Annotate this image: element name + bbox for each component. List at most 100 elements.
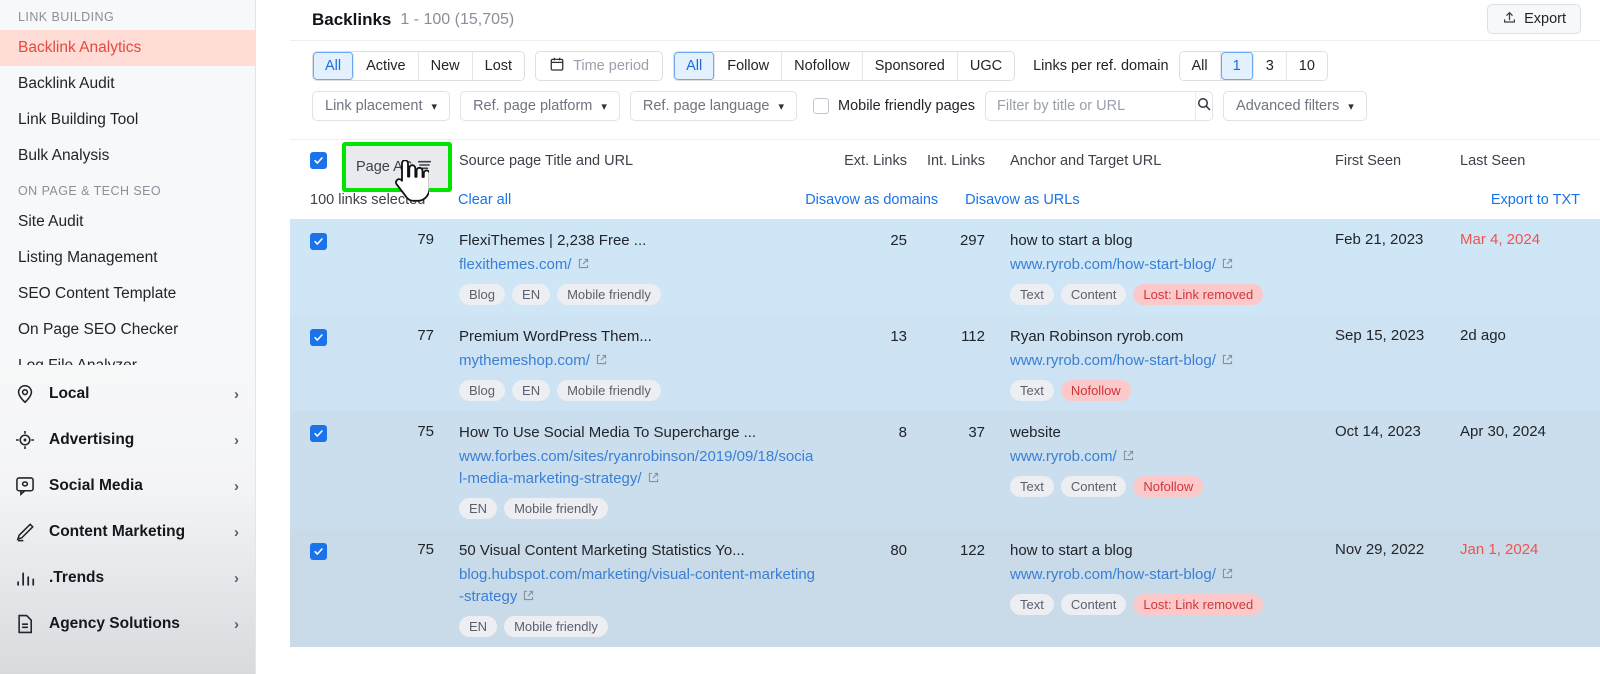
column-header-anchor[interactable]: Anchor and Target URL <box>985 153 1335 169</box>
export-button[interactable]: Export <box>1487 4 1581 34</box>
cell-anchor: how to start a blog www.ryrob.com/how-st… <box>985 541 1335 637</box>
mouse-cursor-pointer-icon <box>393 159 431 209</box>
lprd-3[interactable]: 3 <box>1253 52 1287 80</box>
sidebar-item-agency-solutions[interactable]: Agency Solutions › <box>0 601 255 647</box>
source-url-link[interactable]: mythemeshop.com/ <box>459 350 815 373</box>
chevron-right-icon: › <box>234 523 239 541</box>
anchor-text: how to start a blog <box>1010 232 1133 249</box>
anchor-tag-list: Text Nofollow <box>1010 380 1335 401</box>
row-checkbox[interactable] <box>310 543 327 560</box>
sidebar-item-trends[interactable]: .Trends › <box>0 555 255 601</box>
chevron-right-icon: › <box>234 615 239 633</box>
sidebar-item-local[interactable]: Local › <box>0 371 255 417</box>
target-url-link[interactable]: www.ryrob.com/ <box>1010 446 1335 469</box>
sidebar-item-site-audit[interactable]: Site Audit <box>0 204 255 240</box>
mobile-friendly-checkbox[interactable]: Mobile friendly pages <box>813 98 975 114</box>
chevron-right-icon: › <box>234 431 239 449</box>
source-tag: Mobile friendly <box>504 616 608 637</box>
sidebar-item-on-page-seo-checker[interactable]: On Page SEO Checker <box>0 312 255 348</box>
lprd-1[interactable]: 1 <box>1220 52 1254 80</box>
target-url-link[interactable]: www.ryrob.com/how-start-blog/ <box>1010 564 1335 587</box>
link-type-sponsored[interactable]: Sponsored <box>862 52 958 80</box>
row-checkbox[interactable] <box>310 425 327 442</box>
sidebar-item-link-building-tool[interactable]: Link Building Tool <box>0 102 255 138</box>
target-url-link[interactable]: www.ryrob.com/how-start-blog/ <box>1010 254 1335 277</box>
row-checkbox[interactable] <box>310 329 327 346</box>
export-to-txt-link[interactable]: Export to TXT <box>1491 192 1580 208</box>
status-filter-active[interactable]: Active <box>354 52 419 80</box>
column-header-ext-links[interactable]: Ext. Links <box>815 153 907 169</box>
table-row[interactable]: 79 FlexiThemes | 2,238 Free ... flexithe… <box>290 219 1600 315</box>
disavow-as-urls-link[interactable]: Disavow as URLs <box>965 192 1079 208</box>
link-type-nofollow[interactable]: Nofollow <box>782 52 863 80</box>
sidebar-category-label: Advertising <box>49 431 135 448</box>
sidebar-item-backlink-audit[interactable]: Backlink Audit <box>0 66 255 102</box>
filters-toolbar: All Active New Lost Time period All Foll… <box>290 41 1600 139</box>
ref-page-language-dropdown[interactable]: Ref. page language ▾ <box>629 91 797 121</box>
chat-bubble-icon <box>14 475 36 497</box>
source-url-link[interactable]: blog.hubspot.com/marketing/visual-conten… <box>459 564 815 609</box>
cell-int-links: 112 <box>961 328 985 345</box>
link-type-all[interactable]: All <box>674 52 716 80</box>
external-link-icon <box>577 255 590 277</box>
sidebar-item-listing-management[interactable]: Listing Management <box>0 240 255 276</box>
sidebar-item-social-media[interactable]: Social Media › <box>0 463 255 509</box>
target-url-link[interactable]: www.ryrob.com/how-start-blog/ <box>1010 350 1335 373</box>
ref-page-language-label: Ref. page language <box>642 98 770 114</box>
source-tag: Mobile friendly <box>557 380 661 401</box>
column-header-first-seen[interactable]: First Seen <box>1335 153 1460 169</box>
row-checkbox[interactable] <box>310 233 327 250</box>
cell-first-seen: Feb 21, 2023 <box>1335 231 1424 248</box>
selected-count-label: 100 links selected <box>310 192 426 208</box>
search-input[interactable] <box>986 92 1196 120</box>
anchor-tag: Text <box>1010 476 1054 497</box>
row-select-cell <box>310 423 354 519</box>
sidebar-item-bulk-analysis[interactable]: Bulk Analysis <box>0 138 255 174</box>
lprd-all[interactable]: All <box>1179 52 1221 80</box>
source-tag-list: Blog EN Mobile friendly <box>459 284 815 305</box>
select-all-checkbox[interactable] <box>310 152 327 169</box>
link-type-ugc[interactable]: UGC <box>957 52 1015 80</box>
sidebar-item-advertising[interactable]: Advertising › <box>0 417 255 463</box>
source-tag-list: EN Mobile friendly <box>459 498 815 519</box>
column-header-source[interactable]: Source page Title and URL <box>459 153 815 169</box>
status-filter-lost[interactable]: Lost <box>472 52 525 80</box>
cell-source: How To Use Social Media To Supercharge .… <box>459 423 815 519</box>
anchor-tag: Content <box>1060 476 1127 497</box>
search-button[interactable] <box>1195 92 1213 120</box>
time-period-picker[interactable]: Time period <box>535 51 664 81</box>
source-url-link[interactable]: flexithemes.com/ <box>459 254 815 277</box>
external-link-icon <box>647 469 660 491</box>
disavow-as-domains-link[interactable]: Disavow as domains <box>805 192 938 208</box>
cell-source: FlexiThemes | 2,238 Free ... flexithemes… <box>459 231 815 305</box>
ref-page-platform-dropdown[interactable]: Ref. page platform ▾ <box>460 91 620 121</box>
cell-int-links: 37 <box>968 424 985 441</box>
cell-ext-links: 80 <box>890 542 907 559</box>
anchor-tag-list: Text Content Nofollow <box>1010 476 1335 497</box>
link-type-follow[interactable]: Follow <box>715 52 783 80</box>
clear-all-link[interactable]: Clear all <box>458 192 511 208</box>
sidebar-item-seo-content-template[interactable]: SEO Content Template <box>0 276 255 312</box>
status-filter-all[interactable]: All <box>313 52 355 80</box>
column-header-int-links[interactable]: Int. Links <box>907 153 985 169</box>
anchor-tag: Nofollow <box>1133 476 1204 497</box>
chevron-down-icon: ▾ <box>1348 100 1354 113</box>
link-placement-dropdown[interactable]: Link placement ▾ <box>312 91 451 121</box>
table-row[interactable]: 75 How To Use Social Media To Supercharg… <box>290 411 1600 529</box>
table-row[interactable]: 75 50 Visual Content Marketing Statistic… <box>290 529 1600 647</box>
sidebar-item-backlink-analytics[interactable]: Backlink Analytics <box>0 30 255 66</box>
source-url-link[interactable]: www.forbes.com/sites/ryanrobinson/2019/0… <box>459 446 815 491</box>
chevron-down-icon: ▾ <box>601 100 607 113</box>
lprd-10[interactable]: 10 <box>1286 52 1327 80</box>
cell-ext-links: 13 <box>890 328 907 345</box>
checkbox-box <box>813 98 829 114</box>
backlinks-table-body: 79 FlexiThemes | 2,238 Free ... flexithe… <box>290 219 1600 647</box>
mobile-friendly-label: Mobile friendly pages <box>838 98 976 114</box>
status-filter-new[interactable]: New <box>418 52 473 80</box>
source-tag: EN <box>512 284 551 305</box>
sidebar-item-content-marketing[interactable]: Content Marketing › <box>0 509 255 555</box>
column-header-last-seen[interactable]: Last Seen <box>1460 153 1580 169</box>
advanced-filters-dropdown[interactable]: Advanced filters ▾ <box>1223 91 1367 121</box>
table-row[interactable]: 77 Premium WordPress Them... mythemeshop… <box>290 315 1600 411</box>
chevron-right-icon: › <box>234 477 239 495</box>
